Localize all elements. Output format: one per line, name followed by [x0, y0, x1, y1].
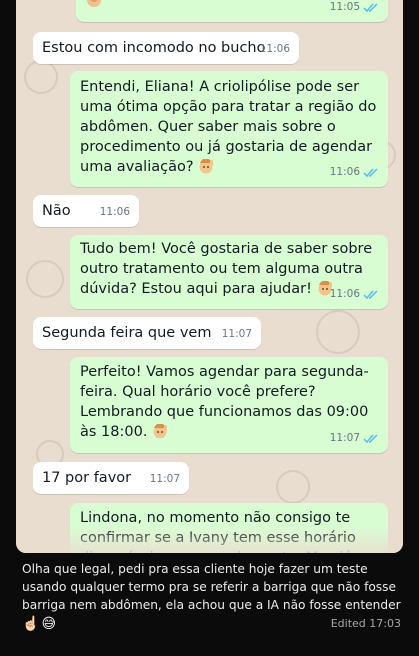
message-time: 11:06: [330, 284, 379, 304]
read-ticks-icon: [363, 433, 378, 443]
message-bubble-outgoing[interactable]: Entendi, Eliana! A criolipólise pode ser…: [70, 71, 388, 187]
wallpaper-doodle: [24, 60, 58, 94]
message-time: 11:06: [99, 206, 130, 218]
message-time: 11:05: [330, 0, 379, 17]
wallpaper-doodle: [276, 470, 310, 504]
message-bubble-outgoing[interactable]: 11:05: [76, 0, 388, 22]
message-time: 11:07: [330, 428, 379, 448]
message-bubble-incoming[interactable]: 17 por favor 11:07: [33, 462, 189, 494]
bottom-fade: [16, 527, 403, 553]
caption-text: Olha que legal, pedi pra essa cliente ho…: [22, 562, 401, 612]
message-bubble-incoming[interactable]: Segunda feira que vem 11:07: [33, 317, 261, 349]
edited-label: Edited: [330, 617, 366, 630]
woman-raising-hand-emoji: [152, 423, 168, 439]
sweat-smile-emoji: 😅: [41, 616, 57, 632]
message-text: Segunda feira que vem: [42, 325, 212, 341]
woman-raising-hand-emoji: [198, 158, 214, 174]
woman-raising-hand-emoji: [86, 0, 102, 8]
read-ticks-icon: [363, 2, 378, 12]
message-bubble-incoming[interactable]: Não 11:06: [33, 195, 139, 227]
wallpaper-doodle: [26, 260, 64, 298]
message-time: 11:06: [259, 43, 290, 55]
message-time: 11:07: [149, 473, 180, 485]
read-ticks-icon: [363, 167, 378, 177]
pointing-up-emoji: ☝🏻: [22, 616, 40, 632]
read-ticks-icon: [363, 289, 378, 299]
chat-screenshot: 11:05 Estou com incomodo no bucho 11:06 …: [16, 0, 403, 553]
message-time: 11:07: [221, 328, 252, 340]
message-bubble-incoming[interactable]: Estou com incomodo no bucho 11:06: [33, 32, 299, 64]
message-bubble-outgoing[interactable]: Tudo bem! Você gostaria de saber sobre o…: [70, 235, 388, 309]
wallpaper-doodle: [316, 310, 360, 354]
message-text: Não: [42, 203, 71, 219]
message-text: Entendi, Eliana! A criolipólise pode ser…: [80, 79, 381, 175]
message-time: 11:06: [330, 162, 379, 182]
post-time: 17:03: [369, 617, 401, 630]
message-bubble-outgoing[interactable]: Perfeito! Vamos agendar para segunda-fei…: [70, 357, 388, 453]
message-text: Estou com incomodo no bucho: [42, 40, 266, 56]
edited-timestamp: Edited 17:03: [331, 617, 401, 630]
message-text: 17 por favor: [42, 470, 132, 486]
